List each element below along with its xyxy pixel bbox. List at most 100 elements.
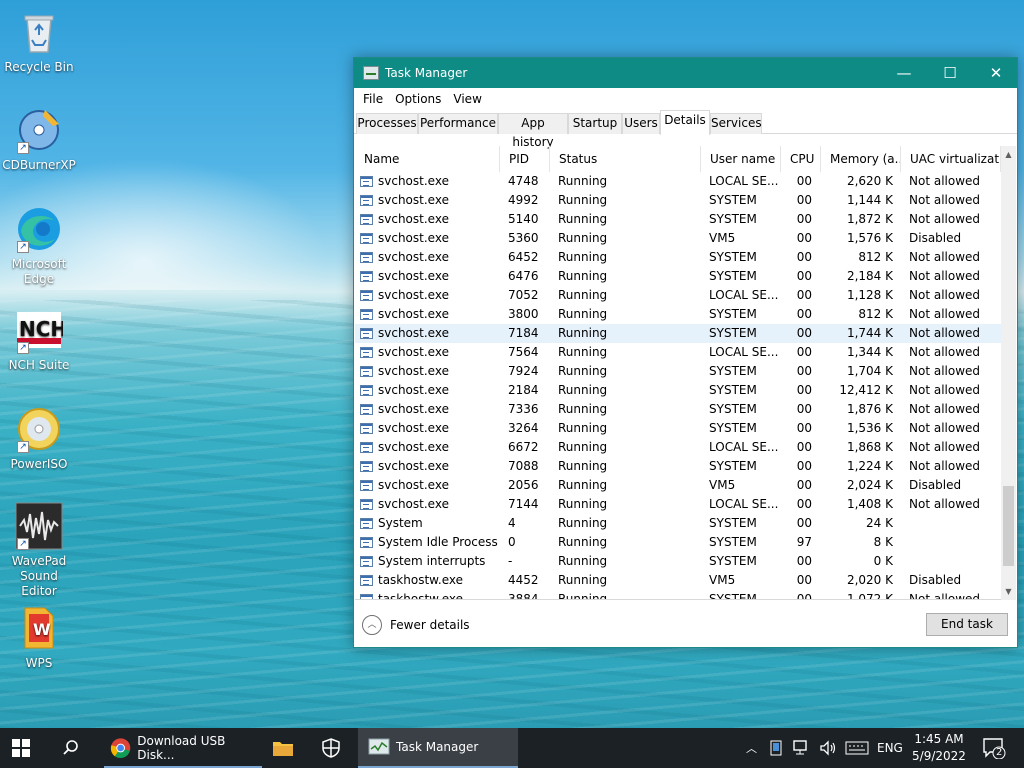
process-user: VM5 — [709, 478, 736, 492]
tab-performance[interactable]: Performance — [418, 113, 498, 134]
process-uac: Not allowed — [909, 288, 981, 302]
desktop-icon-poweriso[interactable]: ↗ PowerISO — [1, 405, 77, 472]
notifications-icon — [983, 738, 1006, 759]
process-cpu: 00 — [796, 307, 812, 321]
table-row[interactable]: svchost.exe 6452 Running SYSTEM 00 812 K Not a… — [355, 248, 1001, 267]
table-row[interactable]: svchost.exe 7564 Running LOCAL SE... 00 1,344… — [355, 343, 1001, 362]
desktop-icon-label: WavePad — [11, 554, 67, 568]
vertical-scrollbar[interactable]: ▲ ▼ — [1001, 146, 1016, 600]
process-user: SYSTEM — [709, 402, 757, 416]
table-row[interactable]: System Idle Process 0 Running SYSTEM 97 8 K — [355, 533, 1001, 552]
process-name: taskhostw.exe — [378, 573, 463, 587]
tab-startup[interactable]: Startup — [568, 113, 622, 134]
fewer-details-link[interactable]: ︿ Fewer details — [362, 615, 470, 635]
tab-details[interactable]: Details — [660, 110, 710, 135]
process-name: svchost.exe — [378, 212, 449, 226]
table-row[interactable]: svchost.exe 7336 Running SYSTEM 00 1,876 K Not… — [355, 400, 1001, 419]
column-header-pid[interactable]: PID — [500, 146, 550, 172]
process-memory: 1,344 K — [846, 345, 893, 359]
usb-device-icon[interactable] — [769, 740, 783, 756]
start-button[interactable] — [12, 728, 38, 768]
table-row[interactable]: svchost.exe 3800 Running SYSTEM 00 812 K Not a… — [355, 305, 1001, 324]
close-button[interactable]: ✕ — [973, 58, 1019, 88]
process-pid: 6476 — [508, 269, 539, 283]
table-row[interactable]: svchost.exe 2056 Running VM5 00 2,024 K Disabl… — [355, 476, 1001, 495]
table-row[interactable]: System 4 Running SYSTEM 00 24 K — [355, 514, 1001, 533]
title-bar[interactable]: Task Manager — ☐ ✕ — [354, 58, 1017, 88]
process-user: SYSTEM — [709, 307, 757, 321]
column-header-cpu[interactable]: CPU — [781, 146, 821, 172]
action-center-button[interactable]: 2 — [982, 728, 1008, 768]
menu-options[interactable]: Options — [389, 92, 447, 106]
tab-app-history[interactable]: App history — [498, 113, 568, 149]
scroll-down-icon[interactable]: ▼ — [1001, 583, 1016, 600]
process-status: Running — [558, 535, 608, 549]
desktop-icon-cdburnerxp[interactable]: ↗ CDBurnerXP — [1, 106, 77, 173]
language-indicator[interactable]: ENG — [877, 741, 903, 755]
table-row[interactable]: System interrupts - Running SYSTEM 00 0 K — [355, 552, 1001, 571]
taskbar-app-task-manager[interactable]: Task Manager — [358, 728, 518, 768]
table-row[interactable]: svchost.exe 7184 Running SYSTEM 00 1,744 K Not… — [355, 324, 1001, 343]
column-header-name[interactable]: Name — [355, 146, 500, 172]
table-row[interactable]: svchost.exe 7052 Running LOCAL SE... 00 1,128… — [355, 286, 1001, 305]
table-row[interactable]: svchost.exe 4748 Running LOCAL SE... 00 2,620… — [355, 172, 1001, 191]
scroll-up-icon[interactable]: ▲ — [1001, 146, 1016, 163]
process-status: Running — [558, 193, 608, 207]
volume-icon[interactable] — [819, 740, 837, 756]
process-user: SYSTEM — [709, 383, 757, 397]
column-header-memory[interactable]: Memory (a... — [821, 146, 901, 172]
column-header-status[interactable]: Status — [550, 146, 701, 172]
table-row[interactable]: svchost.exe 6476 Running SYSTEM 00 2,184 K Not… — [355, 267, 1001, 286]
desktop-icon-label: Recycle Bin — [4, 60, 74, 74]
tab-users[interactable]: Users — [622, 113, 660, 134]
table-row[interactable]: svchost.exe 6672 Running LOCAL SE... 00 1,868… — [355, 438, 1001, 457]
column-header-user-name[interactable]: User name — [701, 146, 781, 172]
process-pid: 3884 — [508, 592, 539, 600]
process-memory: 1,144 K — [846, 193, 893, 207]
maximize-button[interactable]: ☐ — [927, 58, 973, 88]
file-explorer-button[interactable] — [272, 728, 296, 768]
process-status: Running — [558, 497, 608, 511]
menu-view[interactable]: View — [447, 92, 487, 106]
process-name: svchost.exe — [378, 345, 449, 359]
table-row[interactable]: svchost.exe 5140 Running SYSTEM 00 1,872 K Not… — [355, 210, 1001, 229]
folder-icon — [273, 742, 293, 756]
process-uac: Not allowed — [909, 193, 981, 207]
table-row[interactable]: taskhostw.exe 4452 Running VM5 00 2,020 K Disa… — [355, 571, 1001, 590]
end-task-button[interactable]: End task — [926, 613, 1008, 636]
process-uac: Not allowed — [909, 383, 981, 397]
table-row[interactable]: taskhostw.exe 3884 Running SYSTEM 00 1,072 K N… — [355, 590, 1001, 600]
table-row[interactable]: svchost.exe 3264 Running SYSTEM 00 1,536 K Not… — [355, 419, 1001, 438]
desktop-icon-edge[interactable]: ↗ Microsoft Edge — [1, 205, 77, 287]
taskbar-app-chrome[interactable]: Download USB Disk... — [104, 728, 262, 768]
table-row[interactable]: svchost.exe 7088 Running SYSTEM 00 1,224 K Not… — [355, 457, 1001, 476]
table-row[interactable]: svchost.exe 4992 Running SYSTEM 00 1,144 K Not… — [355, 191, 1001, 210]
chevron-up-icon[interactable]: ︿ — [746, 740, 757, 756]
desktop-icon-wavepad[interactable]: ↗ WavePad Sound Editor — [1, 502, 77, 599]
process-status: Running — [558, 383, 608, 397]
table-row[interactable]: svchost.exe 7144 Running LOCAL SE... 00 1,408… — [355, 495, 1001, 514]
table-row[interactable]: svchost.exe 7924 Running SYSTEM 00 1,704 K Not… — [355, 362, 1001, 381]
network-icon[interactable] — [793, 740, 811, 756]
process-uac — [909, 514, 1001, 533]
table-row[interactable]: svchost.exe 5360 Running VM5 00 1,576 K Disabl… — [355, 229, 1001, 248]
table-row[interactable]: svchost.exe 2184 Running SYSTEM 00 12,412 K No… — [355, 381, 1001, 400]
desktop-icon-nch-suite[interactable]: NCH ↗ NCH Suite — [1, 306, 77, 373]
column-header-uac[interactable]: UAC virtualizat... — [901, 146, 1001, 172]
search-button[interactable] — [62, 728, 86, 768]
desktop-icon-label: Microsoft — [11, 257, 67, 271]
keyboard-icon[interactable] — [845, 741, 869, 755]
security-button[interactable] — [322, 728, 346, 768]
process-status: Running — [558, 364, 608, 378]
clock[interactable]: 1:45 AM 5/9/2022 — [906, 731, 972, 765]
desktop-icon-label: CDBurnerXP — [2, 158, 76, 172]
tab-processes[interactable]: Processes — [356, 113, 418, 134]
desktop-icon-wps[interactable]: W WPS — [1, 604, 77, 671]
desktop-icon-recycle-bin[interactable]: Recycle Bin — [1, 8, 77, 75]
tab-services[interactable]: Services — [710, 113, 762, 134]
shortcut-arrow-icon: ↗ — [17, 342, 29, 354]
menu-file[interactable]: File — [357, 92, 389, 106]
scrollbar-thumb[interactable] — [1003, 486, 1014, 566]
minimize-button[interactable]: — — [881, 58, 927, 88]
process-user: LOCAL SE... — [709, 288, 779, 302]
